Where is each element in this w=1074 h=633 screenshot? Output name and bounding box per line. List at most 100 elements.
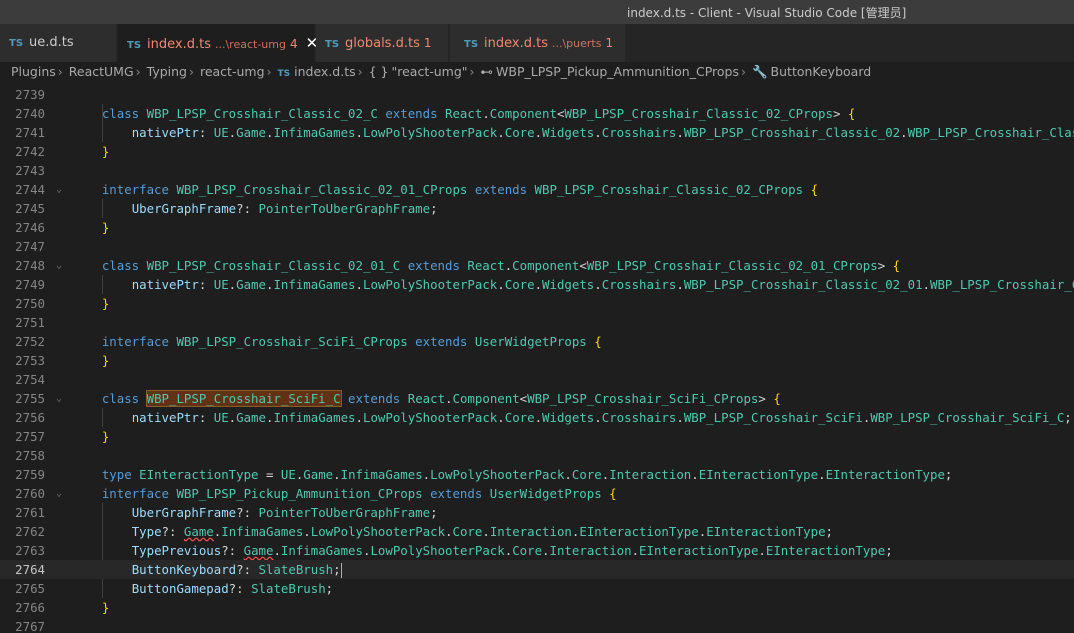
code-token: . bbox=[534, 277, 543, 292]
code-token: InfimaGames bbox=[273, 277, 356, 292]
code-token: . bbox=[534, 125, 543, 140]
code-token: WBP_LPSP_Crosshair_SciFi_CProps bbox=[176, 334, 416, 349]
code-line[interactable]: 2748 ⌄ class WBP_LPSP_Crosshair_Classic_0… bbox=[0, 256, 1074, 275]
code-line[interactable]: 2745 UberGraphFrame?: PointerToUberGraph… bbox=[0, 199, 1074, 218]
fold-chevron-icon[interactable]: ⌄ bbox=[56, 180, 62, 199]
code-line[interactable]: 2746 } bbox=[0, 218, 1074, 237]
code-token: Crosshairs bbox=[601, 410, 677, 425]
code-token: . bbox=[594, 125, 602, 140]
line-number: 2755 bbox=[15, 391, 45, 406]
code-token: Component bbox=[452, 391, 520, 406]
code-token: Game bbox=[183, 524, 214, 539]
code-line[interactable]: 2766 } bbox=[0, 598, 1074, 617]
tab-label: ue.d.ts bbox=[29, 35, 74, 50]
code-line[interactable]: 2750 } bbox=[0, 294, 1074, 313]
tab-index-d-ts-react-umg[interactable]: TS index.d.ts ...\react-umg 4 ✕ bbox=[118, 24, 318, 62]
breadcrumb-item[interactable]: WBP_LPSP_Pickup_Ammunition_CProps bbox=[496, 64, 739, 79]
code-token: UE bbox=[213, 125, 229, 140]
typescript-file-icon: TS bbox=[464, 39, 479, 50]
code-token: : bbox=[198, 277, 214, 292]
code-token: Core bbox=[504, 277, 535, 292]
code-token: { bbox=[594, 334, 602, 349]
code-line[interactable]: 2743 bbox=[0, 161, 1074, 180]
code-line[interactable]: 2765 ButtonGamepad?: SlateBrush; bbox=[0, 579, 1074, 598]
code-token: < bbox=[519, 391, 528, 406]
chevron-right-icon: › bbox=[266, 64, 272, 79]
breadcrumb-item[interactable]: Typing bbox=[147, 64, 187, 79]
code-text: } bbox=[72, 351, 109, 370]
breadcrumb-item[interactable]: "react-umg" bbox=[392, 64, 468, 79]
fold-chevron-icon[interactable]: ⌄ bbox=[56, 484, 62, 503]
code-line[interactable]: 2756 nativePtr: UE.Game.InfimaGames.LowP… bbox=[0, 408, 1074, 427]
code-line[interactable]: 2758 bbox=[0, 446, 1074, 465]
code-line[interactable]: 2744 ⌄ interface WBP_LPSP_Crosshair_Class… bbox=[0, 180, 1074, 199]
code-token: class bbox=[101, 106, 147, 121]
breadcrumb-item[interactable]: ReactUMG bbox=[69, 64, 134, 79]
tab-ue-d-ts[interactable]: TS ue.d.ts bbox=[0, 24, 117, 62]
code-token: SlateBrush bbox=[258, 562, 334, 577]
code-line[interactable]: 2749 nativePtr: UE.Game.InfimaGames.LowP… bbox=[0, 275, 1074, 294]
code-line[interactable]: 2755 ⌄ class WBP_LPSP_Crosshair_SciFi_C e… bbox=[0, 389, 1074, 408]
code-token: WBP_LPSP_Crosshair_Classic_02_01_C bbox=[930, 277, 1074, 292]
typescript-file-icon: TS bbox=[325, 39, 340, 50]
code-text: } bbox=[72, 598, 109, 617]
code-line[interactable]: 2757 } bbox=[0, 427, 1074, 446]
code-line[interactable]: 2741 nativePtr: UE.Game.InfimaGames.LowP… bbox=[0, 123, 1074, 142]
code-token: WBP_LPSP_Crosshair_SciFi_C bbox=[870, 410, 1065, 425]
code-line[interactable]: 2754 bbox=[0, 370, 1074, 389]
code-line[interactable]: 2752 interface WBP_LPSP_Crosshair_SciFi_… bbox=[0, 332, 1074, 351]
code-token: WBP_LPSP_Crosshair_SciFi bbox=[683, 410, 863, 425]
code-token: { bbox=[609, 486, 617, 501]
breadcrumb-item[interactable]: index.d.ts bbox=[294, 64, 356, 79]
code-token: EInteractionType bbox=[825, 467, 945, 482]
code-line[interactable]: 2763 TypePrevious?: Game.InfimaGames.Low… bbox=[0, 541, 1074, 560]
code-token: UE bbox=[280, 467, 296, 482]
code-token: Widgets bbox=[542, 125, 595, 140]
code-token: . bbox=[497, 125, 505, 140]
code-text: interface WBP_LPSP_Crosshair_Classic_02_… bbox=[72, 180, 818, 199]
code-token: . bbox=[497, 277, 505, 292]
code-token: InfimaGames bbox=[273, 410, 356, 425]
code-line[interactable]: 2747 bbox=[0, 237, 1074, 256]
tab-globals-d-ts[interactable]: TS globals.d.ts 1 bbox=[316, 24, 449, 62]
code-line[interactable]: 2739 bbox=[0, 85, 1074, 104]
tab-index-d-ts-puerts[interactable]: TS index.d.ts ...\puerts 1 bbox=[450, 24, 626, 62]
code-token: } bbox=[101, 144, 110, 159]
code-token: < bbox=[579, 258, 587, 273]
code-text: TypePrevious?: Game.InfimaGames.LowPolyS… bbox=[72, 541, 893, 560]
code-line[interactable]: 2753 } bbox=[0, 351, 1074, 370]
tab-label: index.d.ts bbox=[484, 36, 548, 51]
editor-tab-bar: TS ue.d.ts TS index.d.ts ...\react-umg 4 ✕ TS… bbox=[0, 24, 1074, 62]
code-line[interactable]: 2764 ButtonKeyboard?: SlateBrush; bbox=[0, 560, 1074, 579]
code-token: = bbox=[265, 467, 281, 482]
code-token: nativePtr bbox=[131, 125, 199, 140]
code-token: class bbox=[101, 391, 147, 406]
code-line[interactable]: 2761 UberGraphFrame?: PointerToUberGraph… bbox=[0, 503, 1074, 522]
breadcrumb-item[interactable]: ButtonKeyboard bbox=[771, 64, 872, 79]
code-line[interactable]: 2759 type EInteractionType = UE.Game.Inf… bbox=[0, 465, 1074, 484]
code-token: Core bbox=[504, 125, 535, 140]
code-line[interactable]: 2767 bbox=[0, 617, 1074, 633]
code-text: type EInteractionType = UE.Game.InfimaGa… bbox=[72, 465, 953, 484]
fold-chevron-icon[interactable]: ⌄ bbox=[56, 389, 62, 408]
interface-symbol-icon: ⊷ bbox=[480, 64, 494, 79]
code-line[interactable]: 2760 ⌄ interface WBP_LPSP_Pickup_Ammuniti… bbox=[0, 484, 1074, 503]
code-token: ?: bbox=[228, 581, 252, 596]
breadcrumb-item[interactable]: react-umg bbox=[200, 64, 265, 79]
code-line[interactable]: 2742 } bbox=[0, 142, 1074, 161]
code-editor[interactable]: 2739 2740 class WBP_LPSP_Crosshair_Class… bbox=[0, 85, 1074, 633]
code-text: UberGraphFrame?: PointerToUberGraphFrame… bbox=[72, 199, 438, 218]
code-line[interactable]: 2740 class WBP_LPSP_Crosshair_Classic_02… bbox=[0, 104, 1074, 123]
breadcrumb-item[interactable]: Plugins bbox=[11, 64, 56, 79]
fold-chevron-icon[interactable]: ⌄ bbox=[56, 256, 62, 275]
code-token: ; bbox=[325, 581, 334, 596]
code-token: Game bbox=[236, 410, 266, 425]
code-line[interactable]: 2762 Type?: Game.InfimaGames.LowPolyShoo… bbox=[0, 522, 1074, 541]
code-token: . bbox=[445, 524, 453, 539]
code-line[interactable]: 2751 bbox=[0, 313, 1074, 332]
